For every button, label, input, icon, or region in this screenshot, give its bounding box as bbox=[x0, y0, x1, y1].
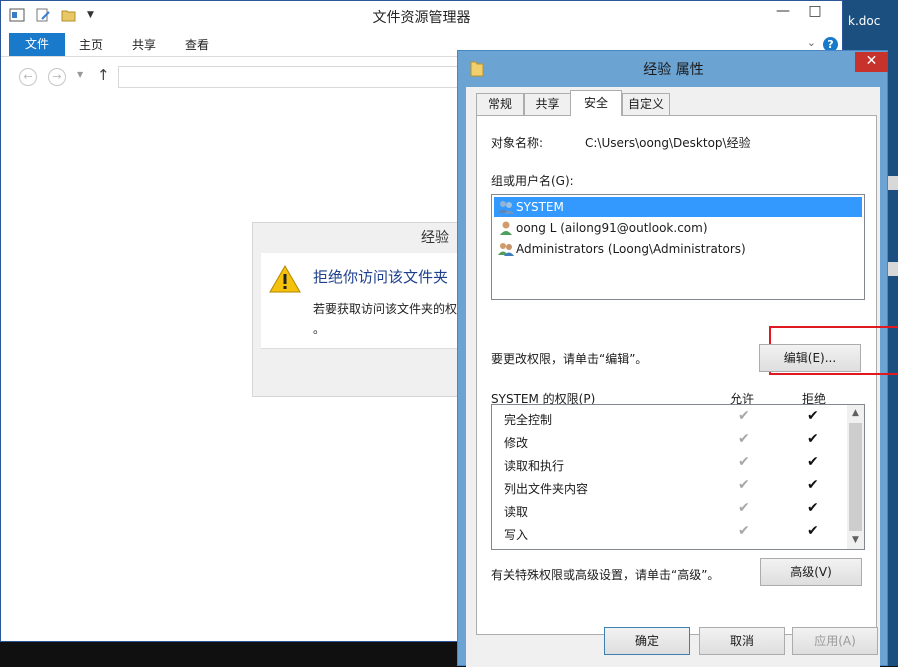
warning-icon bbox=[269, 264, 301, 296]
permission-row: 完全控制 ✔ ✔ bbox=[492, 407, 846, 430]
desktop-icon-fragment bbox=[888, 176, 898, 190]
close-button[interactable]: ✕ bbox=[855, 52, 888, 72]
allow-checkmark: ✔ bbox=[738, 477, 750, 493]
forward-icon[interactable]: → bbox=[48, 68, 66, 86]
scroll-down-icon[interactable]: ▼ bbox=[847, 535, 864, 545]
permission-row: 读取和执行 ✔ ✔ bbox=[492, 453, 846, 476]
list-item[interactable]: SYSTEM bbox=[494, 197, 862, 217]
user-name: SYSTEM bbox=[516, 200, 564, 214]
group-users-list[interactable]: SYSTEM oong L (ailong91@outlook.com) Adm… bbox=[491, 194, 865, 300]
list-item[interactable]: oong L (ailong91@outlook.com) bbox=[494, 218, 862, 238]
denied-heading: 拒绝你访问该文件夹 bbox=[313, 268, 449, 286]
expand-ribbon-icon[interactable]: ⌄ bbox=[807, 36, 816, 49]
tab-home[interactable]: 主页 bbox=[79, 33, 103, 56]
advanced-button[interactable]: 高级(V) bbox=[760, 558, 862, 586]
tab-view[interactable]: 查看 bbox=[185, 33, 209, 56]
group-users-label: 组或用户名(G): bbox=[491, 174, 574, 188]
permission-row: 列出文件夹内容 ✔ ✔ bbox=[492, 476, 846, 499]
access-denied-dialog: 经验 拒绝你访问该文件夹 若要获取访问该文件夹的权限 。 bbox=[252, 222, 471, 397]
permission-row: 读取 ✔ ✔ bbox=[492, 499, 846, 522]
permissions-scrollbar[interactable]: ▲ ▼ bbox=[847, 405, 864, 549]
allow-checkmark: ✔ bbox=[738, 431, 750, 447]
object-name-value: C:\Users\oong\Desktop\经验 bbox=[585, 136, 751, 150]
back-icon[interactable]: ← bbox=[19, 68, 37, 86]
users-group-icon bbox=[498, 241, 514, 263]
maximize-button[interactable]: □ bbox=[801, 1, 829, 23]
permission-name: 完全控制 bbox=[504, 413, 553, 427]
user-name: Administrators (Loong\Administrators) bbox=[516, 242, 746, 256]
desktop-icon-fragment bbox=[888, 262, 898, 276]
permission-name: 列出文件夹内容 bbox=[504, 482, 589, 496]
denied-message-line1: 若要获取访问该文件夹的权限 bbox=[313, 302, 470, 316]
minimize-button[interactable]: — bbox=[769, 1, 797, 23]
address-bar[interactable] bbox=[118, 66, 458, 88]
allow-checkmark: ✔ bbox=[738, 454, 750, 470]
permission-row: 修改 ✔ ✔ bbox=[492, 430, 846, 453]
deny-checkmark: ✔ bbox=[807, 523, 819, 539]
allow-checkmark: ✔ bbox=[738, 523, 750, 539]
properties-dialog: 经验 属性 ✕ 常规 共享 安全 自定义 对象名称: C:\Users\oong… bbox=[457, 50, 898, 667]
permission-name: 修改 bbox=[504, 436, 529, 450]
deny-checkmark: ✔ bbox=[807, 408, 819, 424]
security-panel: 对象名称: C:\Users\oong\Desktop\经验 组或用户名(G):… bbox=[476, 115, 898, 635]
tab-share[interactable]: 共享 bbox=[132, 33, 156, 56]
up-icon[interactable]: ↑ bbox=[97, 66, 110, 84]
advanced-hint: 有关特殊权限或高级设置，请单击“高级”。 bbox=[491, 568, 720, 582]
permissions-list[interactable]: 完全控制 ✔ ✔ 修改 ✔ ✔ 读取和执行 ✔ ✔ 列出文件夹内容 ✔ ✔ 读取… bbox=[491, 404, 865, 550]
explorer-title: 文件资源管理器 bbox=[372, 10, 471, 26]
list-item[interactable]: Administrators (Loong\Administrators) bbox=[494, 239, 862, 259]
tab-sharing[interactable]: 共享 bbox=[524, 93, 571, 115]
deny-checkmark: ✔ bbox=[807, 500, 819, 516]
edit-button[interactable]: 编辑(E)... bbox=[759, 344, 861, 372]
denied-separator bbox=[261, 348, 463, 349]
deny-checkmark: ✔ bbox=[807, 477, 819, 493]
recent-locations-icon[interactable]: ▼ bbox=[77, 70, 83, 79]
permission-name: 写入 bbox=[504, 528, 529, 542]
apply-button[interactable]: 应用(A) bbox=[792, 627, 878, 655]
permission-name: 读取 bbox=[504, 505, 529, 519]
permission-row: 写入 ✔ ✔ bbox=[492, 522, 846, 545]
edit-hint: 要更改权限，请单击“编辑”。 bbox=[491, 352, 648, 366]
tab-general[interactable]: 常规 bbox=[476, 93, 524, 115]
deny-checkmark: ✔ bbox=[807, 454, 819, 470]
tab-security[interactable]: 安全 bbox=[570, 90, 622, 116]
scroll-up-icon[interactable]: ▲ bbox=[847, 408, 864, 418]
scrollbar-thumb[interactable] bbox=[849, 423, 862, 531]
permission-name: 读取和执行 bbox=[504, 459, 565, 473]
properties-title: 经验 属性 bbox=[643, 62, 704, 78]
allow-checkmark: ✔ bbox=[738, 408, 750, 424]
tab-file[interactable]: 文件 bbox=[9, 33, 65, 56]
ok-button[interactable]: 确定 bbox=[604, 627, 690, 655]
allow-checkmark: ✔ bbox=[738, 500, 750, 516]
properties-client-area: 常规 共享 安全 自定义 对象名称: C:\Users\oong\Desktop… bbox=[466, 87, 898, 667]
explorer-titlebar: ▼ 文件资源管理器 — □ bbox=[1, 1, 842, 31]
tab-customize[interactable]: 自定义 bbox=[622, 93, 670, 115]
deny-checkmark: ✔ bbox=[807, 431, 819, 447]
user-name: oong L (ailong91@outlook.com) bbox=[516, 221, 708, 235]
denied-dialog-body: 拒绝你访问该文件夹 若要获取访问该文件夹的权限 。 bbox=[261, 253, 471, 348]
denied-message-line2: 。 bbox=[313, 322, 326, 336]
denied-message: 若要获取访问该文件夹的权限 。 bbox=[313, 299, 469, 339]
cancel-button[interactable]: 取消 bbox=[699, 627, 785, 655]
desktop-file-label[interactable]: k.doc bbox=[848, 14, 880, 28]
object-name-label: 对象名称: bbox=[491, 136, 544, 150]
